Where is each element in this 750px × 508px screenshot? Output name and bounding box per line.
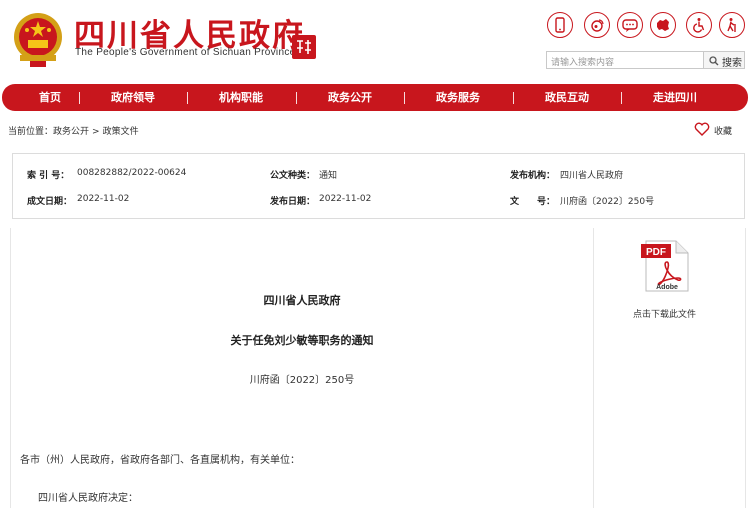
nav-divider [79,92,80,104]
nav-item-open-affairs[interactable]: 政务公开 [315,84,385,111]
search-button[interactable]: 搜索 [703,51,745,69]
document-number: 川府函〔2022〕250号 [249,375,355,386]
download-sidebar: PDF Adobe 点击下载此文件 [592,228,746,508]
nav-item-leaders[interactable]: 政府领导 [98,84,168,111]
issuer-value: 四川省人民政府 [560,171,624,181]
breadcrumb-item-policy[interactable]: 政策文件 [103,127,139,137]
search-icon [709,56,719,66]
main-nav: 首页 政府领导 机构职能 政务公开 政务服务 政民互动 走进四川 [2,84,748,111]
pdf-badge-text: PDF [646,247,666,258]
document-issuer: 四川省人民政府 [263,294,341,307]
nav-divider [296,92,297,104]
wechat-icon[interactable] [617,12,643,38]
download-file-link[interactable]: 点击下载此文件 [592,307,737,320]
site-header: 四川省人民政府 The People's Government of Sichu… [0,0,750,82]
nav-item-sichuan[interactable]: 走进四川 [640,84,710,111]
document-paragraph: 各市（州）人民政府，省政府各部门、各直属机构，有关单位： [20,455,300,466]
elderly-icon[interactable] [719,12,745,38]
nav-divider [621,92,622,104]
pdf-brand-text: Adobe [656,284,678,291]
search-button-label: 搜索 [722,58,742,69]
nav-item-interaction[interactable]: 政民互动 [532,84,602,111]
heart-icon [694,122,710,136]
doc-number-label: 文 号： [510,197,556,207]
published-date-label: 发布日期： [270,197,316,207]
document-paragraph: 四川省人民政府决定： [38,493,138,504]
pdf-file-icon[interactable]: PDF Adobe [640,240,690,292]
breadcrumb-label: 当前位置： [8,127,54,137]
nav-item-home[interactable]: 首页 [20,84,80,111]
document-metadata: 索 引 号： 008282882/2022-00624 公文种类： 通知 发布机… [12,153,745,219]
collect-label: 收藏 [714,127,733,137]
site-subtitle: The People's Government of Sichuan Provi… [75,47,296,58]
doc-category-label: 公文种类： [270,171,316,181]
nav-divider [404,92,405,104]
accessibility-icon[interactable] [686,12,712,38]
doc-category-value: 通知 [319,171,338,181]
weibo-icon[interactable] [584,12,610,38]
nav-item-services[interactable]: 政务服务 [423,84,493,111]
issuer-label: 发布机构： [510,171,556,181]
breadcrumb-item-open-affairs[interactable]: 政务公开 [53,127,89,137]
national-emblem-icon [14,13,62,67]
published-date-value: 2022-11-02 [319,194,372,204]
document-title: 关于任免刘少敏等职务的通知 [230,334,374,347]
mobile-icon[interactable] [547,12,573,38]
document-content: 四川省人民政府 关于任免刘少敏等职务的通知 川府函〔2022〕250号 各市（州… [10,228,594,508]
map-icon[interactable] [650,12,676,38]
nav-divider [513,92,514,104]
index-number-value: 008282882/2022-00624 [77,168,187,178]
search-input[interactable]: 请输入搜索内容 [546,51,704,69]
doc-number-value: 川府函〔2022〕250号 [560,197,655,207]
seal-logo [292,35,316,59]
created-date-value: 2022-11-02 [77,194,130,204]
breadcrumb-separator: > [92,127,100,137]
nav-divider [187,92,188,104]
index-number-label: 索 引 号： [27,171,70,181]
nav-item-functions[interactable]: 机构职能 [206,84,276,111]
created-date-label: 成文日期： [27,197,73,207]
breadcrumb: 当前位置：政务公开 > 政策文件 [8,124,139,137]
